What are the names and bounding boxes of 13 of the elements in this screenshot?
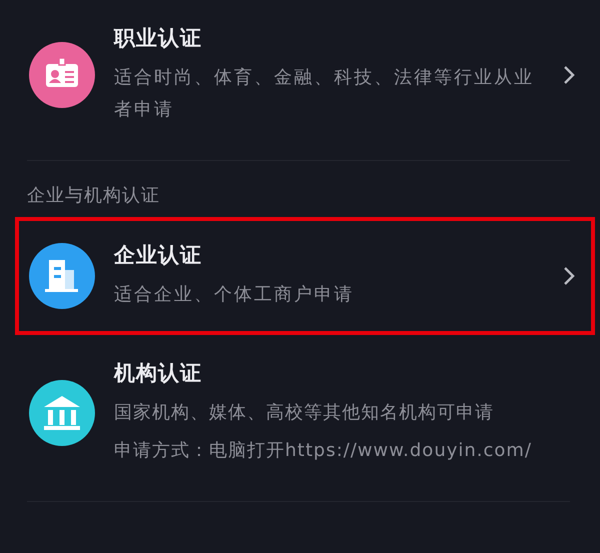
list-item[interactable]: 职业认证 适合时尚、体育、金融、科技、法律等行业从业者申请 <box>0 0 600 150</box>
item-title: 企业认证 <box>114 242 203 269</box>
list-item[interactable]: 企业认证 适合企业、个体工商户申请 <box>0 217 600 335</box>
chevron-right-icon[interactable] <box>563 266 575 286</box>
list-item[interactable]: 机构认证 国家机构、媒体、高校等其他知名机构可申请 申请方式：电脑打开https://www.douyin.com/ <box>0 335 600 491</box>
item-title: 机构认证 <box>114 360 203 387</box>
item-description: 国家机构、媒体、高校等其他知名机构可申请 <box>114 401 495 425</box>
item-title: 职业认证 <box>114 25 203 52</box>
item-description: 适合企业、个体工商户申请 <box>114 283 355 307</box>
item-description: 申请方式：电脑打开https://www.douyin.com/ <box>114 439 533 463</box>
item-description: 适合时尚、体育、金融、科技、法律等行业从业者申请 <box>114 66 535 122</box>
chevron-right-icon[interactable] <box>563 65 575 85</box>
section-header: 企业与机构认证 <box>26 184 161 208</box>
